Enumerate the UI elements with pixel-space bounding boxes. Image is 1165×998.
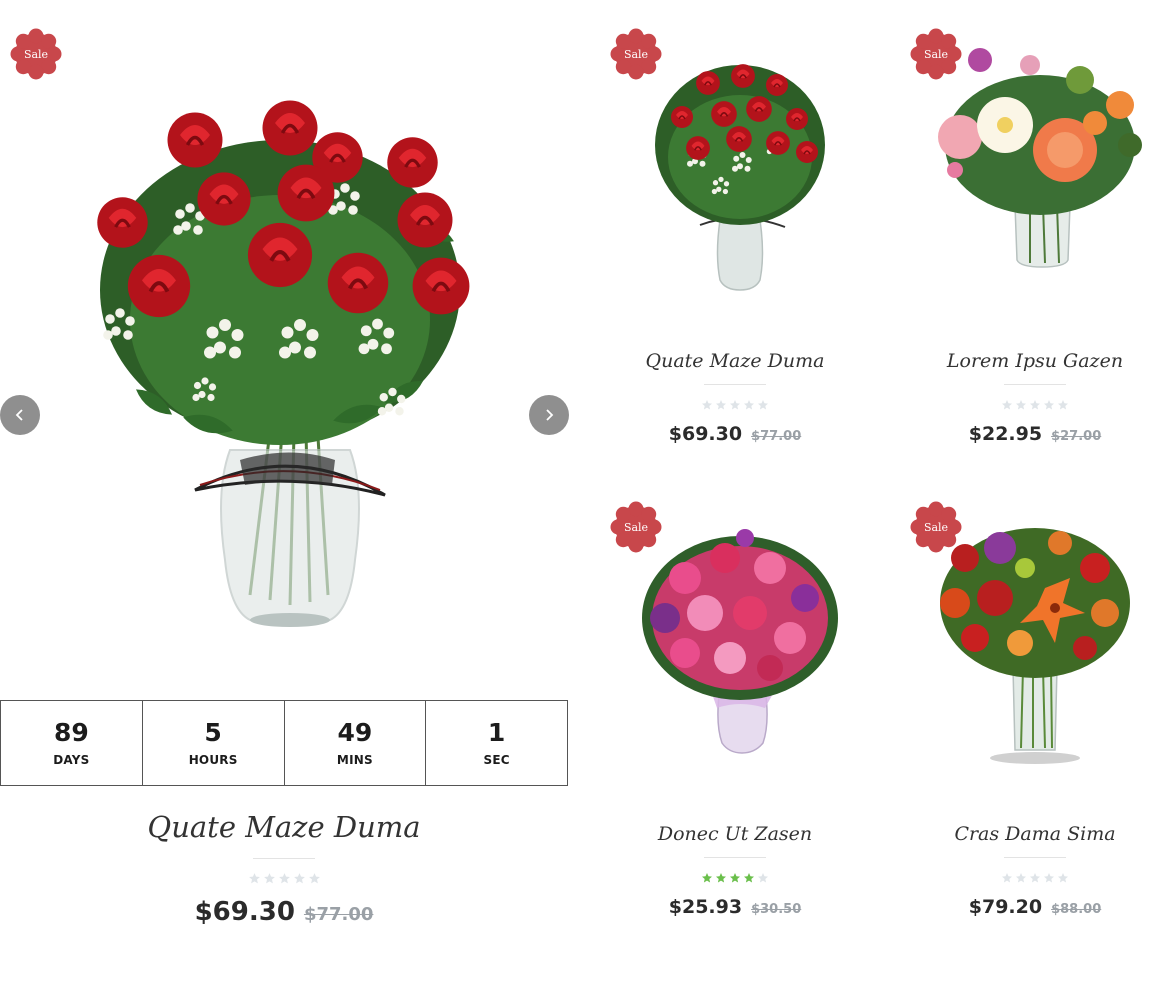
star-empty-icon bbox=[701, 399, 713, 411]
rating-stars bbox=[605, 872, 865, 884]
star-empty-icon bbox=[1043, 872, 1055, 884]
pink-flowers-bouquet-image[interactable] bbox=[625, 518, 845, 778]
star-empty-icon bbox=[248, 872, 261, 885]
price-row: $22.95 $27.00 bbox=[905, 423, 1165, 445]
star-empty-icon bbox=[1057, 399, 1069, 411]
countdown-days-label: DAYS bbox=[53, 752, 90, 767]
countdown-mins: 49 MINS bbox=[285, 701, 427, 785]
product-title[interactable]: Lorem Ipsu Gazen bbox=[905, 350, 1165, 372]
product-card[interactable]: Sale Lorem Ipsu Gazen $22.95 $27.00 bbox=[905, 0, 1165, 470]
price-row: $25.93 $30.50 bbox=[605, 896, 865, 918]
product-card[interactable]: Sale Quate Maze Duma $69.30 $77.00 bbox=[605, 0, 865, 470]
countdown-days-value: 89 bbox=[53, 718, 89, 748]
star-filled-icon bbox=[743, 872, 755, 884]
star-empty-icon bbox=[1029, 399, 1041, 411]
featured-product-title[interactable]: Quate Maze Duma bbox=[0, 810, 568, 844]
rating-stars bbox=[905, 872, 1165, 884]
countdown-secs-label: SEC bbox=[483, 752, 510, 767]
star-empty-icon bbox=[1029, 872, 1041, 884]
star-empty-icon bbox=[1015, 872, 1027, 884]
current-price: $22.95 bbox=[968, 423, 1043, 445]
rating-stars bbox=[905, 399, 1165, 411]
product-info: Quate Maze Duma $69.30 $77.00 bbox=[605, 350, 865, 445]
countdown-hours-label: HOURS bbox=[188, 752, 238, 767]
star-empty-icon bbox=[729, 399, 741, 411]
product-card[interactable]: Sale Cras Dama Sima $79.20 $88.00 bbox=[905, 473, 1165, 943]
countdown-hours-value: 5 bbox=[204, 718, 222, 748]
sale-badge-label: Sale bbox=[923, 520, 949, 534]
sale-badge-label: Sale bbox=[623, 520, 649, 534]
price-row: $69.30 $77.00 bbox=[0, 897, 568, 927]
star-empty-icon bbox=[1001, 399, 1013, 411]
peony-bouquet-image[interactable] bbox=[925, 45, 1145, 305]
star-empty-icon bbox=[1057, 872, 1069, 884]
countdown-timer: 89 DAYS 5 HOURS 49 MINS 1 SEC bbox=[0, 700, 568, 786]
product-title[interactable]: Quate Maze Duma bbox=[605, 350, 865, 372]
star-empty-icon bbox=[278, 872, 291, 885]
chevron-right-icon bbox=[546, 409, 554, 421]
current-price: $69.30 bbox=[668, 423, 743, 445]
title-divider bbox=[704, 857, 766, 858]
countdown-mins-label: MINS bbox=[336, 752, 373, 767]
countdown-hours: 5 HOURS bbox=[143, 701, 285, 785]
old-price: $27.00 bbox=[1051, 429, 1102, 444]
star-empty-icon bbox=[715, 399, 727, 411]
star-empty-icon bbox=[757, 399, 769, 411]
star-empty-icon bbox=[1015, 399, 1027, 411]
featured-product[interactable]: Sale 89 DAYS 5 HOURS 49 MINS 1 SEC Quate… bbox=[0, 0, 570, 998]
red-roses-bouquet-image[interactable] bbox=[70, 90, 490, 635]
rating-stars bbox=[0, 872, 568, 885]
star-empty-icon bbox=[1001, 872, 1013, 884]
sale-badge: Sale bbox=[610, 501, 662, 553]
star-filled-icon bbox=[729, 872, 741, 884]
product-info: Lorem Ipsu Gazen $22.95 $27.00 bbox=[905, 350, 1165, 445]
star-empty-icon bbox=[1043, 399, 1055, 411]
sale-badge: Sale bbox=[910, 28, 962, 80]
product-info: Donec Ut Zasen $25.93 $30.50 bbox=[605, 823, 865, 918]
countdown-secs-value: 1 bbox=[487, 718, 506, 748]
star-empty-icon bbox=[757, 872, 769, 884]
title-divider bbox=[704, 384, 766, 385]
current-price: $25.93 bbox=[668, 896, 743, 918]
old-price: $30.50 bbox=[751, 902, 802, 917]
current-price: $79.20 bbox=[968, 896, 1043, 918]
sale-badge-label: Sale bbox=[23, 47, 49, 61]
countdown-secs: 1 SEC bbox=[426, 701, 567, 785]
product-card[interactable]: Sale Donec Ut Zasen $25.93 $30.50 bbox=[605, 473, 865, 943]
featured-product-info: Quate Maze Duma $69.30 $77.00 bbox=[0, 810, 568, 927]
sale-badge-label: Sale bbox=[923, 47, 949, 61]
orange-lilies-bouquet-image[interactable] bbox=[925, 518, 1145, 778]
prev-slide-button[interactable] bbox=[0, 395, 40, 435]
old-price: $88.00 bbox=[1051, 902, 1102, 917]
product-title[interactable]: Donec Ut Zasen bbox=[605, 823, 865, 845]
countdown-days: 89 DAYS bbox=[1, 701, 143, 785]
sale-badge: Sale bbox=[910, 501, 962, 553]
next-slide-button[interactable] bbox=[529, 395, 569, 435]
star-empty-icon bbox=[308, 872, 321, 885]
star-filled-icon bbox=[715, 872, 727, 884]
sale-badge: Sale bbox=[610, 28, 662, 80]
price-row: $69.30 $77.00 bbox=[605, 423, 865, 445]
star-empty-icon bbox=[743, 399, 755, 411]
chevron-left-icon bbox=[15, 409, 23, 421]
sale-badge-label: Sale bbox=[623, 47, 649, 61]
price-row: $79.20 $88.00 bbox=[905, 896, 1165, 918]
title-divider bbox=[1004, 857, 1066, 858]
old-price: $77.00 bbox=[751, 429, 802, 444]
product-title[interactable]: Cras Dama Sima bbox=[905, 823, 1165, 845]
rating-stars bbox=[605, 399, 865, 411]
sale-badge: Sale bbox=[10, 28, 62, 80]
current-price: $69.30 bbox=[194, 897, 295, 927]
product-info: Cras Dama Sima $79.20 $88.00 bbox=[905, 823, 1165, 918]
title-divider bbox=[253, 858, 315, 859]
star-filled-icon bbox=[701, 872, 713, 884]
red-roses-vase-image[interactable] bbox=[625, 45, 845, 305]
countdown-mins-value: 49 bbox=[337, 718, 373, 748]
star-empty-icon bbox=[293, 872, 306, 885]
star-empty-icon bbox=[263, 872, 276, 885]
title-divider bbox=[1004, 384, 1066, 385]
old-price: $77.00 bbox=[303, 904, 374, 925]
